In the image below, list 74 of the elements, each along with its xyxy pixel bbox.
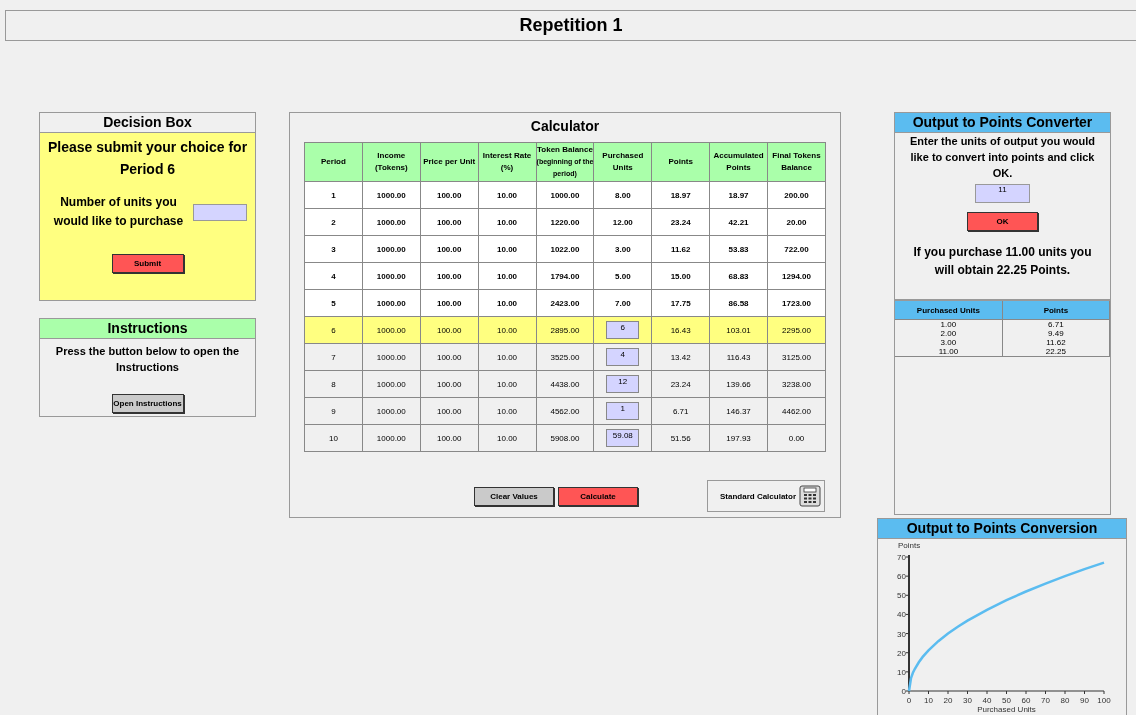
calculator-button[interactable]: Clear Values — [474, 486, 554, 506]
tick-label: 70 — [897, 553, 906, 562]
tick-label: 50 — [1002, 696, 1011, 705]
tick-label: 20 — [897, 648, 906, 658]
units-field[interactable]: 11 — [975, 184, 1030, 203]
converter-text: Enter the units of output you would like to convert into points and click OK. — [908, 134, 1097, 181]
panel-title: Decision Box — [103, 114, 192, 130]
table-cell: 7 — [304, 343, 363, 371]
tick-label: 0 — [906, 696, 912, 705]
table-cell: 6.71 — [1002, 319, 1110, 329]
prompt-text: Please submit your choice for Period 6 — [46, 138, 249, 179]
calculator-title: Calculator — [530, 117, 600, 136]
units-field[interactable]: 4 — [606, 348, 640, 366]
column-header: Price per Unit — [420, 142, 479, 182]
tick-label: 100 — [1097, 696, 1111, 705]
quantity-field[interactable] — [192, 203, 247, 221]
axis-title: Purchased Units — [977, 705, 1036, 714]
tick-label: 60 — [1021, 696, 1031, 705]
panel-title: Output to Points Converter — [912, 114, 1093, 130]
calculator-icon — [799, 485, 821, 507]
standard-calculator-button[interactable]: Standard Calculator — [707, 480, 825, 512]
result-text: If you purchase 11.00 units you will obtain 22.25 Points. — [912, 244, 1093, 279]
submit-button[interactable]: Submit — [111, 254, 184, 273]
table-cell: 2.00 — [895, 329, 1003, 338]
units-field[interactable]: 6 — [606, 321, 640, 339]
table-cell: 3 — [304, 235, 363, 263]
tick-label: 50 — [897, 591, 906, 601]
table-cell: 9.49 — [1002, 329, 1110, 338]
open-instructions-button[interactable]: Open Instructions — [111, 394, 184, 413]
column-header: Points — [651, 142, 710, 182]
units-field[interactable]: 1 — [606, 402, 640, 420]
table-cell: 1.00 — [895, 319, 1003, 329]
column-header: Final Tokens Balance — [767, 142, 826, 182]
column-header: Income (Tokens) — [362, 142, 421, 182]
table-cell: 2 — [304, 208, 363, 236]
column-header: Purchased Units — [593, 142, 652, 182]
tick-label: 30 — [897, 629, 906, 639]
tick-label: 70 — [1041, 696, 1050, 705]
tick-label: 20 — [943, 696, 953, 705]
column-header: Purchased Units — [895, 301, 1003, 320]
column-header: Accumulated Points — [709, 142, 768, 182]
tick-label: 30 — [963, 696, 972, 705]
window-title: Repetition 1 — [519, 15, 623, 36]
table-cell: 6 — [304, 316, 363, 344]
table-cell: 22.25 — [1002, 347, 1110, 357]
calculator-button[interactable]: Calculate — [558, 486, 638, 506]
table-cell: 8 — [304, 370, 363, 398]
column-header: Points — [1002, 301, 1110, 320]
table-cell: 11.62 — [1002, 338, 1110, 347]
tick-label: 10 — [897, 667, 906, 677]
table-cell: 5 — [304, 289, 363, 317]
table-cell: 4 — [304, 262, 363, 290]
table-cell: 11.00 — [895, 347, 1003, 357]
ok-button[interactable]: OK — [967, 212, 1038, 231]
instructions-text: Press the button below to open the Instructions — [54, 344, 241, 375]
tick-label: 0 — [901, 687, 906, 696]
tick-label: 60 — [897, 572, 906, 582]
table-cell: 9 — [304, 397, 363, 425]
tick-label: 40 — [897, 610, 906, 620]
table-cell: 3.00 — [895, 338, 1003, 347]
column-header: Interest Rate (%) — [478, 142, 536, 182]
tick-label: 80 — [1060, 696, 1070, 705]
quantity-label: Number of units you would like to purchase — [52, 194, 185, 230]
units-field[interactable]: 59.08 — [606, 429, 640, 447]
column-header: Period — [304, 142, 363, 182]
axis-title: Points — [898, 541, 921, 550]
units-field[interactable]: 12 — [606, 375, 640, 393]
table-cell: 10 — [304, 424, 363, 452]
tick-label: 40 — [982, 696, 992, 705]
tick-label: 10 — [924, 696, 933, 705]
panel-title: Output to Points Conversion — [906, 520, 1098, 536]
tick-label: 90 — [1080, 696, 1089, 705]
panel-title: Instructions — [107, 320, 188, 336]
table-cell: 1 — [304, 181, 363, 209]
